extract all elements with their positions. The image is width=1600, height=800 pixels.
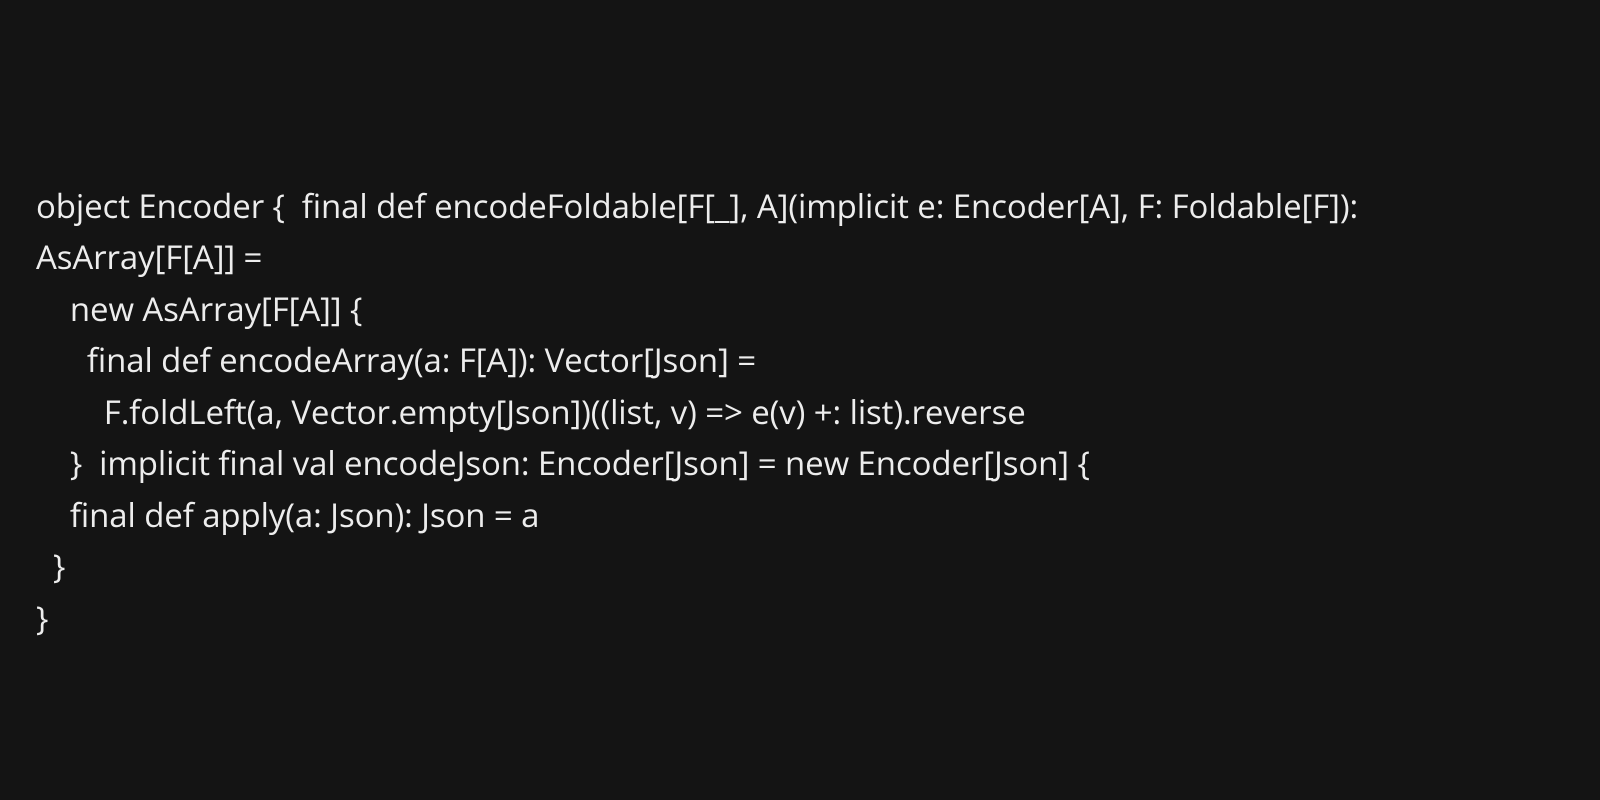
code-block: object Encoder { final def encodeFoldabl… — [0, 0, 1600, 643]
